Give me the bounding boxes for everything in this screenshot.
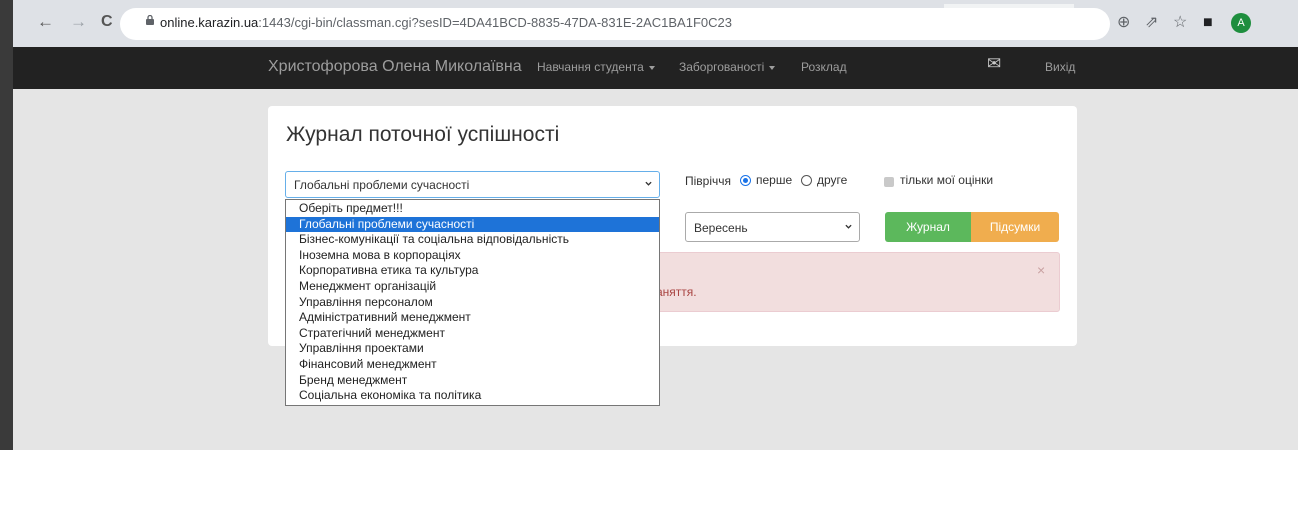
forward-icon[interactable]: →	[70, 12, 87, 32]
nav-schedule[interactable]: Розклад	[801, 60, 847, 74]
dropdown-option[interactable]: Управління проектами	[286, 341, 659, 357]
dropdown-option[interactable]: Оберіть предмет!!!	[286, 201, 659, 217]
dropdown-option[interactable]: Менеджмент організацій	[286, 279, 659, 295]
month-select[interactable]: Вересень	[685, 212, 860, 242]
share-icon[interactable]: ⇗	[1145, 14, 1158, 32]
only-mine-label: тільки мої оцінки	[900, 173, 994, 187]
journal-button[interactable]: Журнал	[885, 212, 971, 242]
nav-student-studies[interactable]: Навчання студента	[537, 60, 655, 74]
dropdown-option[interactable]: Корпоративна етика та культура	[286, 263, 659, 279]
dropdown-option[interactable]: Бренд менеджмент	[286, 373, 659, 389]
dropdown-option[interactable]: Іноземна мова в корпораціях	[286, 248, 659, 264]
site-navbar	[13, 47, 1298, 89]
side-panel-icon[interactable]: ■	[1203, 14, 1213, 32]
back-icon[interactable]: ←	[37, 12, 54, 32]
chevron-down-icon	[845, 224, 852, 229]
dropdown-option[interactable]: Фінансовий менеджмент	[286, 357, 659, 373]
half-year-second-radio[interactable]	[801, 175, 812, 186]
dropdown-option[interactable]: Адміністративний менеджмент	[286, 310, 659, 326]
half-year-second-label: друге	[817, 173, 848, 187]
url-path: :1443/cgi-bin/classman.cgi?sesID=4DA41BC…	[258, 15, 732, 30]
caret-down-icon	[769, 65, 776, 70]
chevron-down-icon	[645, 181, 652, 186]
page-title: Журнал поточної успішності	[286, 123, 560, 146]
user-name[interactable]: Христофорова Олена Миколаївна	[268, 58, 522, 76]
error-alert	[654, 252, 1060, 312]
dropdown-option[interactable]: Соціальна економіка та політика	[286, 388, 659, 404]
subject-select-value: Глобальні проблеми сучасності	[294, 178, 470, 192]
lock-icon[interactable]	[146, 15, 154, 25]
profile-avatar[interactable]: A	[1231, 13, 1251, 33]
url-host: online.karazin.ua	[160, 15, 259, 30]
reload-icon[interactable]: C	[101, 12, 113, 32]
half-year-first-radio[interactable]	[740, 175, 751, 186]
bookmark-star-icon[interactable]: ☆	[1173, 14, 1187, 32]
nav-debts-label: Заборгованості	[679, 60, 765, 74]
nav-student-studies-label: Навчання студента	[537, 60, 644, 74]
totals-button[interactable]: Підсумки	[971, 212, 1059, 242]
half-year-first-label: перше	[756, 173, 793, 187]
dropdown-option[interactable]: Стратегічний менеджмент	[286, 326, 659, 342]
dropdown-option[interactable]: Бізнес-комунікації та соціальна відповід…	[286, 232, 659, 248]
logout-link[interactable]: Вихід	[1045, 60, 1075, 74]
mail-icon[interactable]: ✉	[987, 54, 1001, 74]
window-left-edge	[0, 0, 13, 450]
close-icon[interactable]: ×	[1037, 262, 1045, 278]
caret-down-icon	[648, 65, 655, 70]
nav-debts[interactable]: Заборгованості	[679, 60, 776, 74]
half-year-label: Півріччя	[685, 174, 732, 188]
month-select-value: Вересень	[694, 221, 748, 235]
zoom-icon[interactable]: ⊕	[1117, 14, 1130, 32]
alert-text: аняття.	[656, 285, 697, 299]
dropdown-option[interactable]: Управління персоналом	[286, 295, 659, 311]
only-mine-checkbox[interactable]	[884, 177, 894, 187]
dropdown-option[interactable]: Глобальні проблеми сучасності	[286, 216, 659, 233]
address-url[interactable]: online.karazin.ua:1443/cgi-bin/classman.…	[160, 15, 732, 30]
subject-dropdown-list: Оберіть предмет!!! Глобальні проблеми суч…	[285, 199, 660, 406]
subject-select[interactable]: Глобальні проблеми сучасності	[285, 171, 660, 198]
